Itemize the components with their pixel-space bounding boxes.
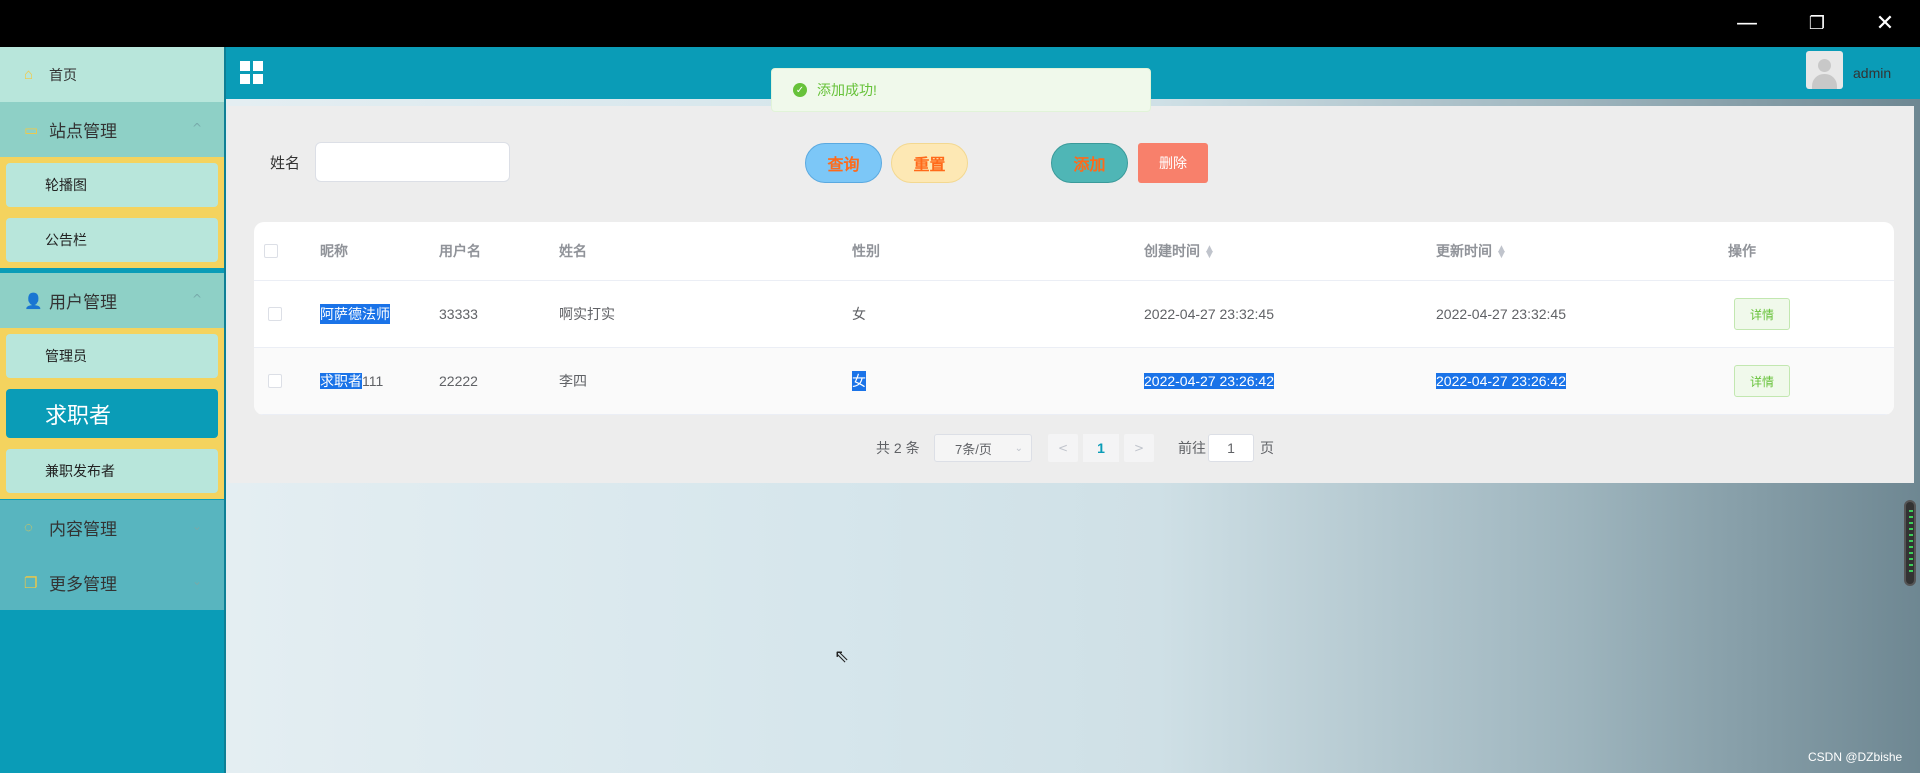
chevron-down-icon: ⌄ (1014, 442, 1023, 454)
selected-text: 求职者 (320, 373, 362, 389)
sidebar-group-users[interactable]: 👤 用户管理 ^ (0, 273, 224, 328)
cell-username: 33333 (439, 306, 478, 322)
name-filter-input[interactable] (315, 142, 510, 182)
detail-button[interactable]: 详情 (1734, 365, 1790, 397)
sidebar-item-admin[interactable]: 管理员 (6, 334, 218, 378)
prev-page-button[interactable]: < (1048, 434, 1078, 462)
sidebar-item-publisher[interactable]: 兼职发布者 (6, 449, 218, 493)
table-row: 阿萨德法师 33333 啊实打实 女 2022-04-27 23:32:45 2… (254, 281, 1894, 348)
cell-name: 啊实打实 (559, 306, 615, 322)
created-header-label: 创建时间 (1144, 243, 1200, 259)
chevron-down-icon: ⌄ (191, 574, 202, 588)
next-page-button[interactable]: > (1124, 434, 1154, 462)
apps-grid-icon[interactable] (240, 61, 263, 84)
chat-icon: ◌ (24, 519, 33, 536)
page-size-select[interactable]: 7条/页 ⌄ (934, 434, 1032, 462)
goto-label: 前往 (1178, 440, 1206, 456)
goto-suffix: 页 (1260, 440, 1274, 456)
sidebar-item-label: 首页 (49, 66, 77, 83)
cell-updated: 2022-04-27 23:32:45 (1436, 306, 1566, 322)
sidebar-group-label: 用户管理 (49, 293, 117, 312)
sidebar-group-label: 站点管理 (49, 122, 117, 141)
reset-button[interactable]: 重置 (891, 143, 968, 183)
close-icon[interactable]: ✕ (1850, 0, 1920, 47)
add-button[interactable]: 添加 (1051, 143, 1128, 183)
toast-message: 添加成功! (817, 82, 877, 98)
copy-icon: ❐ (24, 574, 38, 592)
table-header: 昵称 用户名 姓名 性别 创建时间 ▲ ▼ 更新时间 ▲ ▼ 操作 (254, 222, 1894, 281)
column-header-updated[interactable]: 更新时间 ▲ ▼ (1436, 241, 1505, 261)
page-number-current[interactable]: 1 (1083, 434, 1119, 462)
minimize-icon[interactable]: — (1712, 0, 1782, 47)
table-row: 求职者111 22222 李四 女 2022-04-27 23:26:42 20… (254, 348, 1894, 415)
select-all-checkbox[interactable] (264, 244, 278, 258)
sidebar-group-more[interactable]: ❐ 更多管理 ⌄ (0, 555, 224, 610)
query-button[interactable]: 查询 (805, 143, 882, 183)
sort-icon[interactable]: ▲ ▼ (1206, 245, 1213, 260)
cell-name: 李四 (559, 373, 587, 389)
restore-icon[interactable]: ❐ (1782, 0, 1852, 47)
sidebar-item-notice[interactable]: 公告栏 (6, 218, 218, 262)
sidebar-submenu-site: 轮播图 公告栏 (0, 157, 224, 268)
column-header-name: 姓名 (559, 243, 587, 259)
cell-nickname: 阿萨德法师 (320, 304, 390, 324)
window-titlebar: — ❐ ✕ (0, 0, 1920, 47)
cell-created: 2022-04-27 23:26:42 (1144, 373, 1274, 389)
row-checkbox[interactable] (268, 374, 282, 388)
name-filter-label: 姓名 (270, 155, 301, 172)
mouse-cursor-icon: ⇖ (834, 646, 850, 667)
sidebar-item-carousel[interactable]: 轮播图 (6, 163, 218, 207)
unselected-text: 111 (362, 373, 384, 389)
page-size-value: 7条/页 (955, 441, 992, 457)
pagination-total: 共 2 条 (876, 440, 920, 456)
monitor-icon: ▭ (24, 121, 39, 139)
cell-gender: 女 (852, 371, 866, 391)
chevron-up-icon: ^ (191, 292, 202, 306)
sidebar-group-label: 内容管理 (49, 520, 117, 539)
username-label[interactable]: admin (1853, 65, 1891, 81)
column-header-nickname: 昵称 (320, 243, 348, 259)
home-icon: ⌂ (24, 66, 34, 83)
sidebar-group-site[interactable]: ▭ 站点管理 ^ (0, 102, 224, 157)
column-header-created[interactable]: 创建时间 ▲ ▼ (1144, 241, 1213, 261)
column-header-gender: 性别 (852, 243, 880, 259)
goto-page-input[interactable]: 1 (1208, 434, 1254, 462)
scrollbar-thumb[interactable] (1904, 500, 1916, 586)
chevron-up-icon: ^ (191, 121, 202, 135)
cell-updated: 2022-04-27 23:26:42 (1436, 373, 1566, 389)
sort-icon[interactable]: ▲ ▼ (1498, 245, 1505, 260)
watermark: CSDN @DZbishe (1808, 750, 1903, 764)
sidebar-group-label: 更多管理 (49, 575, 117, 594)
row-checkbox[interactable] (268, 307, 282, 321)
sidebar: ⌂ 首页 ▭ 站点管理 ^ 轮播图 公告栏 👤 用户管理 ^ 管理员 求职者 兼… (0, 47, 226, 773)
sidebar-item-jobseeker[interactable]: 求职者 (6, 389, 218, 438)
check-circle-icon: ✓ (793, 83, 807, 97)
success-toast: ✓ 添加成功! (771, 68, 1151, 112)
column-header-action: 操作 (1728, 243, 1756, 259)
avatar[interactable] (1806, 51, 1843, 89)
chevron-down-icon: ⌄ (191, 519, 202, 533)
cell-username: 22222 (439, 373, 478, 389)
sidebar-item-home[interactable]: ⌂ 首页 (0, 47, 224, 102)
sidebar-submenu-users: 管理员 求职者 兼职发布者 (0, 328, 224, 499)
user-icon: 👤 (24, 292, 43, 310)
delete-button[interactable]: 删除 (1138, 143, 1208, 183)
updated-header-label: 更新时间 (1436, 243, 1492, 259)
cell-created: 2022-04-27 23:32:45 (1144, 306, 1274, 322)
cell-nickname: 求职者111 (320, 371, 383, 391)
cell-gender: 女 (852, 306, 866, 322)
jobseeker-table: 昵称 用户名 姓名 性别 创建时间 ▲ ▼ 更新时间 ▲ ▼ 操作 阿萨德法师 3333… (254, 222, 1894, 415)
sidebar-group-content[interactable]: ◌ 内容管理 ⌄ (0, 500, 224, 555)
detail-button[interactable]: 详情 (1734, 298, 1790, 330)
column-header-username: 用户名 (439, 243, 481, 259)
